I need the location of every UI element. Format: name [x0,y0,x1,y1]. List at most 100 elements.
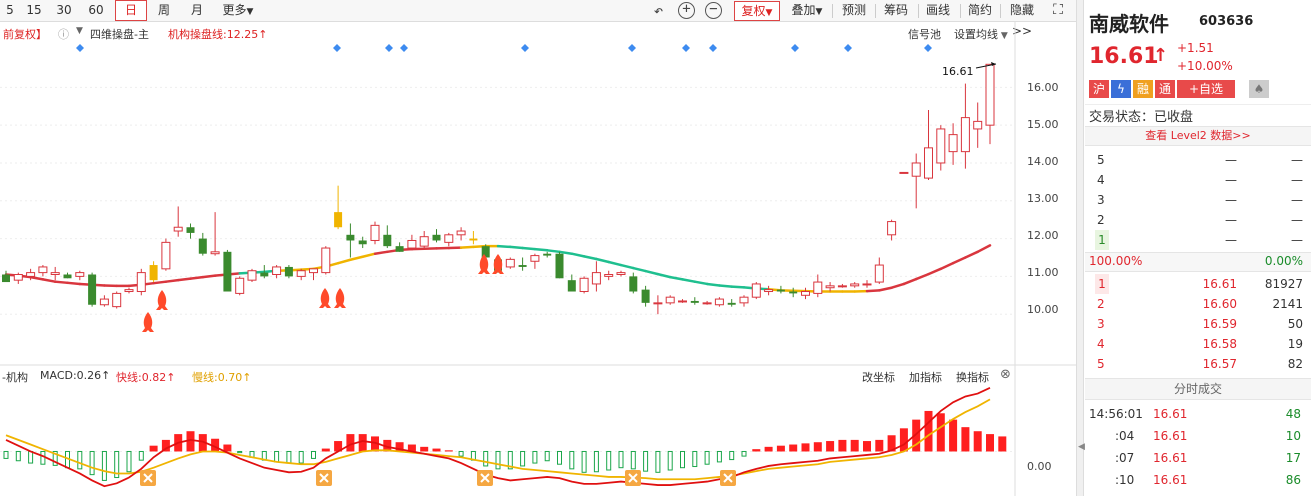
fullscreen-icon[interactable]: ⛶ [1048,0,1068,21]
inst-line-segment [201,274,217,279]
macd-bar [961,427,970,452]
ask-row: 5 — — [1085,150,1311,170]
period-month[interactable]: 月 [183,0,211,21]
period-30min[interactable]: 30 [52,0,76,21]
candle-body [13,274,23,281]
macd-bar [40,450,46,465]
candle-body [247,270,257,281]
tick-volume: 86 [1285,473,1301,487]
tick-price: 16.61 [1153,473,1188,487]
macd-bar [593,450,599,473]
candle-body [591,272,601,285]
candle-body [751,283,761,298]
overlay-dropdown[interactable]: 叠加▼ [786,0,828,21]
buy-sell-ratio-bar: 100.00% 0.00% [1085,252,1311,272]
margin-badge[interactable]: 融 [1133,80,1153,98]
close-sub-chart-icon[interactable]: ⊗ [1000,367,1011,382]
bid-price: 16.58 [1202,337,1237,351]
macd-bar [729,450,735,461]
bid-level: 3 [1097,317,1105,331]
inst-line-segment [902,277,918,286]
bid-price: 16.59 [1202,317,1237,331]
zoom-in-icon[interactable]: + [678,2,695,19]
indicator-name[interactable]: 四维操盘-主 [90,26,149,42]
bid-price: 16.61 [1202,277,1237,291]
inst-line-segment [509,245,524,250]
macd-bar [101,450,107,481]
connect-badge[interactable]: 通 [1155,80,1175,98]
y-tick: 15.00 [1027,118,1059,131]
bell-icon[interactable]: ♠ [1249,80,1269,98]
period-week[interactable]: 周 [150,0,178,21]
simple-mode-button[interactable]: 简约 [964,0,996,21]
zoom-out-icon[interactable]: − [705,2,722,19]
forecast-button[interactable]: 预测 [838,0,870,21]
caret-down-icon: ▼ [998,31,1008,41]
macd-bar [3,450,9,459]
undo-icon[interactable]: ↶ [650,2,667,19]
candle-body [714,298,724,306]
change-axis-button[interactable]: 改坐标 [862,369,895,385]
add-watchlist-button[interactable]: +自选 [1177,80,1235,98]
kline-chart-area[interactable]: 前复权】 ⓘ ▼ 四维操盘-主 机构操盘线:12.25↑ 信号池 设置均线 ▼ … [0,22,1076,496]
period-day[interactable]: 日 [115,0,147,21]
candle-body [543,253,552,256]
tick-row: :10 16.61 86 [1085,470,1311,490]
add-indicator-button[interactable]: 加指标 [909,369,942,385]
inst-line-segment [558,250,574,255]
macd-bar [899,428,908,452]
chevron-left-icon[interactable]: ◀ [1078,442,1085,452]
sub-indicator-name[interactable]: -机构 [2,369,28,385]
candle-body [911,162,921,177]
ask-level: 1 [1095,230,1109,250]
slow-line-value: 慢线:0.70↑ [192,371,252,384]
ask-price: — [1225,233,1237,247]
signal-pool-button[interactable]: 信号池 [908,26,941,42]
candle-body [739,296,749,304]
ask-price: — [1225,173,1237,187]
bid-volume: 82 [1287,357,1303,371]
inst-line-segment [976,244,992,254]
help-icon[interactable]: ⓘ [58,26,69,42]
inst-line-value: 机构操盘线:12.25↑ [168,28,268,41]
candle-body [26,272,36,277]
ticks-title: 分时成交 [1085,378,1311,400]
tick-price: 16.61 [1153,407,1188,421]
candle-body [296,270,306,277]
inst-line-segment [644,269,660,276]
candle-body [223,251,232,292]
more-periods-dropdown[interactable]: 更多▼ [218,0,258,21]
indicator-dropdown-caret[interactable]: ▼ [76,26,83,36]
sh-badge[interactable]: 沪 [1089,80,1109,98]
bid-volume: 50 [1287,317,1303,331]
caret-down-icon: ▼ [815,7,823,17]
set-ma-button[interactable]: 设置均线 ▼ [954,26,1008,42]
macd-bar [643,450,649,472]
price-change-pct: +10.00% [1177,59,1233,73]
inst-line-segment [718,284,733,288]
switch-indicator-button[interactable]: 换指标 [956,369,989,385]
candle-body [641,289,650,303]
inst-line-segment [964,250,979,259]
period-15min[interactable]: 15 [22,0,46,21]
period-5min[interactable]: 5 [0,0,20,21]
candle-body [186,227,195,233]
inst-line-segment [459,245,475,249]
draw-line-button[interactable]: 画线 [922,0,954,21]
period-60min[interactable]: 60 [84,0,108,21]
panel-collapse-strip[interactable]: ◀ [1076,0,1085,496]
kline-chart-svg[interactable] [0,22,1076,496]
tick-time: 14:56:01 [1089,407,1143,421]
macd-bar [520,450,526,467]
more-label: 更多 [222,3,247,17]
inst-line-segment [496,244,512,249]
inst-line-segment [656,272,672,279]
lightning-icon[interactable]: ϟ [1111,80,1131,98]
hide-panel-button[interactable]: 隐藏>> [1002,0,1042,38]
level2-link[interactable]: 查看 Level2 数据>> [1085,126,1311,146]
fuquan-dropdown[interactable]: 复权▼ [734,1,780,21]
chips-button[interactable]: 筹码 [880,0,912,21]
candle-body [899,171,909,174]
inst-line-segment [890,282,906,289]
signal-diamond-icon [400,44,408,52]
